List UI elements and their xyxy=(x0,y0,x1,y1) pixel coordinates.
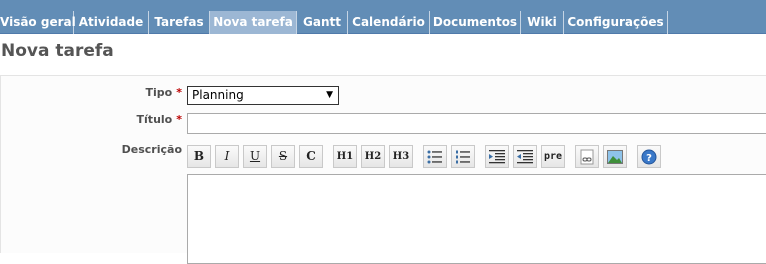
link-icon xyxy=(580,149,594,165)
svg-text:?: ? xyxy=(646,153,652,164)
tab-tarefas[interactable]: Tarefas xyxy=(149,11,210,34)
titulo-label-text: Título xyxy=(136,113,173,126)
project-tabs: Visão geral Atividade Tarefas Nova taref… xyxy=(0,11,766,34)
tipo-selected-value: Planning xyxy=(192,88,244,102)
tab-calendario[interactable]: Calendário xyxy=(348,11,430,34)
tab-nova-tarefa[interactable]: Nova tarefa xyxy=(210,11,297,34)
help-button[interactable]: ? xyxy=(637,145,661,168)
numbered-list-button[interactable] xyxy=(451,145,475,168)
tab-configuracoes[interactable]: Configurações xyxy=(564,11,668,34)
bulleted-list-button[interactable] xyxy=(423,145,447,168)
link-button[interactable] xyxy=(575,145,599,168)
bullet-list-icon xyxy=(427,150,442,164)
image-button[interactable] xyxy=(603,145,627,168)
bold-button[interactable]: B xyxy=(187,145,211,168)
titulo-required-mark: * xyxy=(176,113,182,126)
tab-atividade[interactable]: Atividade xyxy=(74,11,149,34)
tipo-select[interactable]: Planning ▼ xyxy=(187,86,339,105)
outdent-button[interactable] xyxy=(513,145,537,168)
page-title: Nova tarefa xyxy=(1,41,114,61)
header-strip xyxy=(0,0,766,11)
heading1-button[interactable]: H1 xyxy=(333,145,357,168)
titulo-label: Título * xyxy=(100,113,182,126)
tab-gantt[interactable]: Gantt xyxy=(297,11,348,34)
tab-visao-geral[interactable]: Visão geral xyxy=(0,11,76,34)
descricao-label: Descrição xyxy=(121,143,182,156)
tipo-label-text: Tipo xyxy=(145,86,173,99)
tab-wiki[interactable]: Wiki xyxy=(521,11,564,34)
underline-button[interactable]: U xyxy=(243,145,267,168)
titulo-input[interactable] xyxy=(187,113,766,134)
code-button[interactable]: C xyxy=(299,145,323,168)
help-icon: ? xyxy=(641,149,657,165)
indent-icon xyxy=(489,150,505,164)
dropdown-arrow-icon: ▼ xyxy=(326,90,333,100)
preformatted-button[interactable]: pre xyxy=(541,145,565,168)
heading2-button[interactable]: H2 xyxy=(361,145,385,168)
tab-documentos[interactable]: Documentos xyxy=(430,11,521,34)
tipo-label: Tipo * xyxy=(100,86,182,99)
italic-button[interactable]: I xyxy=(215,145,239,168)
strikethrough-button[interactable]: S xyxy=(271,145,295,168)
image-icon xyxy=(607,150,623,164)
descricao-textarea[interactable] xyxy=(187,174,766,264)
indent-button[interactable] xyxy=(485,145,509,168)
numbered-list-icon xyxy=(456,150,470,164)
outdent-icon xyxy=(517,150,533,164)
heading3-button[interactable]: H3 xyxy=(389,145,413,168)
tipo-required-mark: * xyxy=(176,86,182,99)
